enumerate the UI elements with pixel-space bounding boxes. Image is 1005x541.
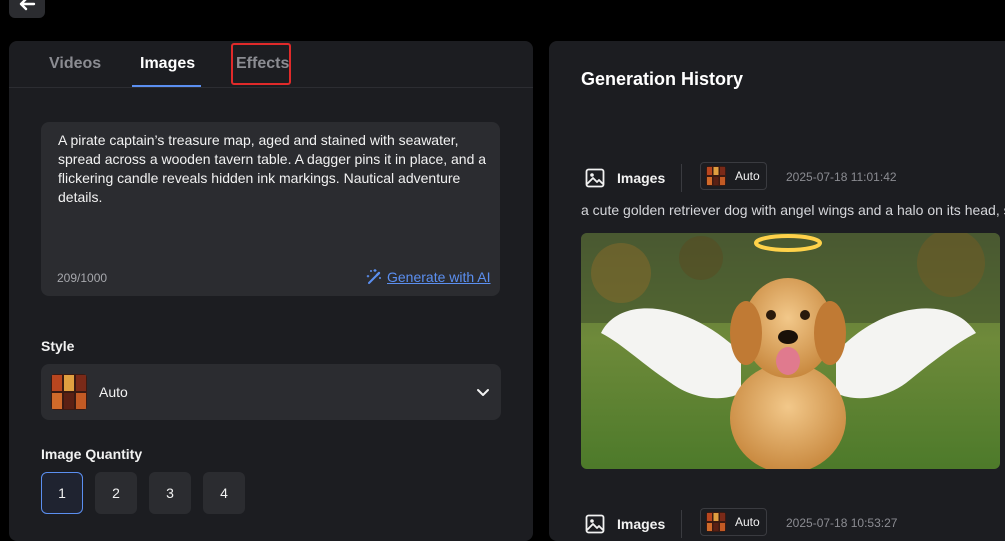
magic-wand-icon — [366, 269, 381, 284]
tab-images[interactable]: Images — [140, 55, 195, 73]
style-thumbnail — [706, 166, 726, 186]
generation-history-panel: Generation History Images Auto 2025-07-1… — [549, 41, 1005, 541]
mode-tabs: Videos Images Effects — [9, 41, 533, 88]
quantity-option-2[interactable]: 2 — [95, 472, 137, 514]
tab-videos[interactable]: Videos — [49, 55, 101, 73]
style-thumbnail — [706, 512, 726, 532]
arrow-left-icon — [19, 0, 36, 11]
generate-with-ai-link[interactable]: Generate with AI — [366, 268, 491, 285]
history-entry-header: Images Auto 2025-07-18 10:53:27 — [581, 508, 1005, 540]
style-label: Style — [41, 338, 75, 354]
prompt-text: A pirate captain’s treasure map, aged an… — [58, 132, 487, 205]
active-tab-indicator — [132, 85, 201, 87]
quantity-option-3[interactable]: 3 — [149, 472, 191, 514]
entry-style-chip: Auto — [700, 162, 767, 190]
style-value: Auto — [99, 384, 128, 400]
entry-type: Images — [617, 170, 666, 186]
style-select[interactable]: Auto — [41, 364, 501, 420]
entry-timestamp: 2025-07-18 11:01:42 — [786, 170, 897, 184]
divider — [681, 510, 682, 538]
history-title: Generation History — [581, 69, 744, 89]
image-icon — [585, 168, 605, 188]
highlight-box — [231, 43, 291, 85]
back-button[interactable] — [9, 0, 45, 18]
image-quantity-label: Image Quantity — [41, 446, 143, 462]
chevron-down-icon — [477, 389, 489, 396]
create-panel: Videos Images Effects A pirate captain’s… — [9, 41, 533, 541]
character-counter: 209/1000 — [57, 271, 108, 285]
style-thumbnail — [51, 374, 87, 410]
divider — [681, 164, 682, 192]
entry-style-label: Auto — [735, 515, 760, 529]
generate-with-ai-label: Generate with AI — [387, 268, 491, 285]
entry-prompt: a cute golden retriever dog with angel w… — [581, 202, 1005, 218]
image-icon — [585, 514, 605, 534]
generated-image[interactable] — [581, 233, 1000, 469]
entry-type: Images — [617, 516, 666, 532]
history-entry-header: Images Auto 2025-07-18 11:01:42 — [581, 162, 1005, 194]
quantity-option-1[interactable]: 1 — [41, 472, 83, 514]
entry-timestamp: 2025-07-18 10:53:27 — [786, 516, 898, 530]
entry-style-label: Auto — [735, 169, 760, 183]
prompt-textarea[interactable]: A pirate captain’s treasure map, aged an… — [41, 122, 500, 296]
quantity-option-4[interactable]: 4 — [203, 472, 245, 514]
